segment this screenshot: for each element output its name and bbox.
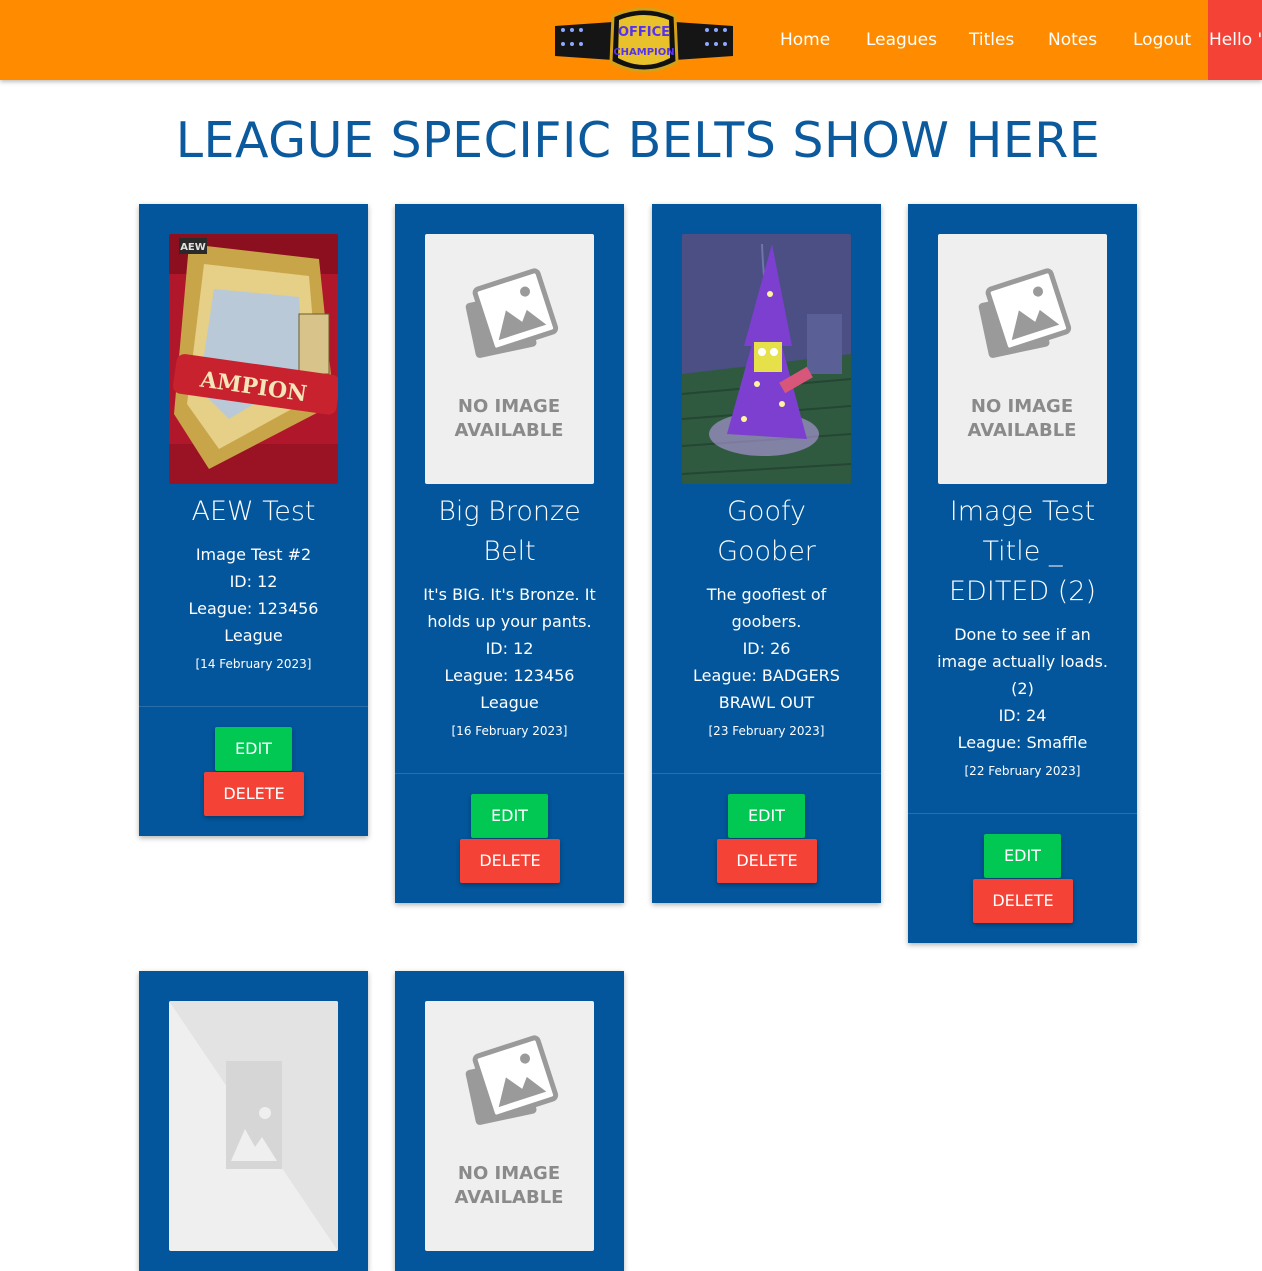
belt-id: ID: 12 (485, 639, 534, 658)
no-image-label: NO IMAGE (971, 396, 1073, 417)
delete-button[interactable]: DELETE (460, 839, 560, 883)
page-title: LEAGUE SPECIFIC BELTS SHOW HERE (175, 112, 1101, 169)
belt-league: BRAWL OUT (718, 693, 815, 712)
belt-description: holds up your pants. (427, 612, 592, 631)
no-image-placeholder: NO IMAGE AVAILABLE (938, 234, 1107, 484)
nav-leagues-link[interactable]: Leagues (866, 0, 937, 80)
belt-title-line: Title _ (982, 536, 1063, 567)
no-image-label: NO IMAGE (458, 396, 560, 417)
belt-details: It's BIG. It's Bronze. It holds up your … (407, 581, 612, 746)
user-greeting[interactable]: Hello " (1208, 0, 1262, 80)
svg-text:AEW: AEW (180, 242, 206, 253)
edit-button[interactable]: EDIT (471, 794, 548, 838)
belt-title-line: Goober (717, 536, 816, 567)
belt-image (682, 234, 851, 484)
belt-card: Goofy Goober The goofiest of goobers. ID… (652, 204, 881, 903)
card-divider (139, 706, 368, 707)
belt-description: The goofiest of (706, 585, 827, 604)
belt-description: goobers. (731, 612, 802, 631)
card-divider (908, 813, 1137, 814)
logo-text-bottom: CHAMPION (613, 47, 674, 58)
no-image-label: AVAILABLE (455, 1187, 564, 1208)
nav-titles-link[interactable]: Titles (969, 0, 1014, 80)
belt-details: Done to see if an image actually loads. … (920, 621, 1125, 786)
belt-title: Image Test Title _ EDITED (2) (908, 492, 1137, 612)
belt-title: AEW Test (139, 492, 368, 532)
card-divider (652, 773, 881, 774)
nav-notes-link[interactable]: Notes (1048, 0, 1097, 80)
belt-league: League: 123456 (188, 599, 319, 618)
belt-card: NO IMAGE AVAILABLE Image Test Title _ ED… (908, 204, 1137, 943)
no-image-placeholder: NO IMAGE AVAILABLE (425, 234, 594, 484)
user-greeting-text: Hello " (1209, 30, 1262, 50)
nav-home-link[interactable]: Home (780, 0, 830, 80)
belt-id: ID: 24 (998, 706, 1047, 725)
no-image-label: AVAILABLE (455, 420, 564, 441)
navbar: OFFICE CHAMPION Home Leagues Titles Note… (0, 0, 1262, 80)
belt-date: [16 February 2023] (451, 724, 568, 738)
belt-title-line: Big Bronze (438, 496, 581, 527)
edit-button[interactable]: EDIT (728, 794, 805, 838)
belt-description: It's BIG. It's Bronze. It (423, 585, 596, 604)
belt-league: League: BADGERS (693, 666, 840, 685)
no-image-label: NO IMAGE (458, 1163, 560, 1184)
belt-description: (2) (1011, 679, 1034, 698)
belt-id: ID: 12 (229, 572, 278, 591)
belt-card: NO IMAGE AVAILABLE (395, 971, 624, 1271)
belt-date: [23 February 2023] (708, 724, 825, 738)
belt-description: image actually loads. (937, 652, 1108, 671)
no-image-placeholder: NO IMAGE AVAILABLE (425, 1001, 594, 1251)
no-image-label: AVAILABLE (968, 420, 1077, 441)
belt-title-line: AEW Test (191, 496, 316, 527)
belt-card (139, 971, 368, 1271)
belt-details: The goofiest of goobers. ID: 26 League: … (664, 581, 869, 746)
nav-logout-link[interactable]: Logout (1133, 0, 1191, 80)
delete-button[interactable]: DELETE (717, 839, 817, 883)
belt-image: AMPION AEW (169, 234, 338, 484)
belt-id: ID: 26 (742, 639, 791, 658)
belt-description: Done to see if an (954, 625, 1091, 644)
logo-text-top: OFFICE (618, 25, 670, 40)
belt-date: [14 February 2023] (195, 657, 312, 671)
belt-description: Image Test #2 (195, 545, 312, 564)
belt-league: League (224, 626, 283, 645)
edit-button[interactable]: EDIT (984, 834, 1061, 878)
edit-button[interactable]: EDIT (215, 727, 292, 771)
belt-title: Goofy Goober (652, 492, 881, 572)
belt-league: League (480, 693, 539, 712)
belt-date: [22 February 2023] (964, 764, 1081, 778)
belt-title-line: EDITED (2) (949, 576, 1096, 607)
belt-card: AMPION AEW AEW Test Image Test #2 ID: 12… (139, 204, 368, 836)
belt-card: NO IMAGE AVAILABLE Big Bronze Belt It's … (395, 204, 624, 903)
card-divider (395, 773, 624, 774)
belt-league: League: Smaffle (957, 733, 1088, 752)
belt-title-line: Goofy (727, 496, 806, 527)
office-champion-logo[interactable]: OFFICE CHAMPION (555, 6, 733, 76)
belt-title-line: Belt (483, 536, 536, 567)
belt-details: Image Test #2 ID: 12 League: 123456 Leag… (151, 541, 356, 679)
belt-title-line: Image Test (949, 496, 1096, 527)
belt-league: League: 123456 (444, 666, 575, 685)
delete-button[interactable]: DELETE (973, 879, 1073, 923)
belt-title: Big Bronze Belt (395, 492, 624, 572)
broken-image-placeholder (169, 1001, 338, 1251)
delete-button[interactable]: DELETE (204, 772, 304, 816)
